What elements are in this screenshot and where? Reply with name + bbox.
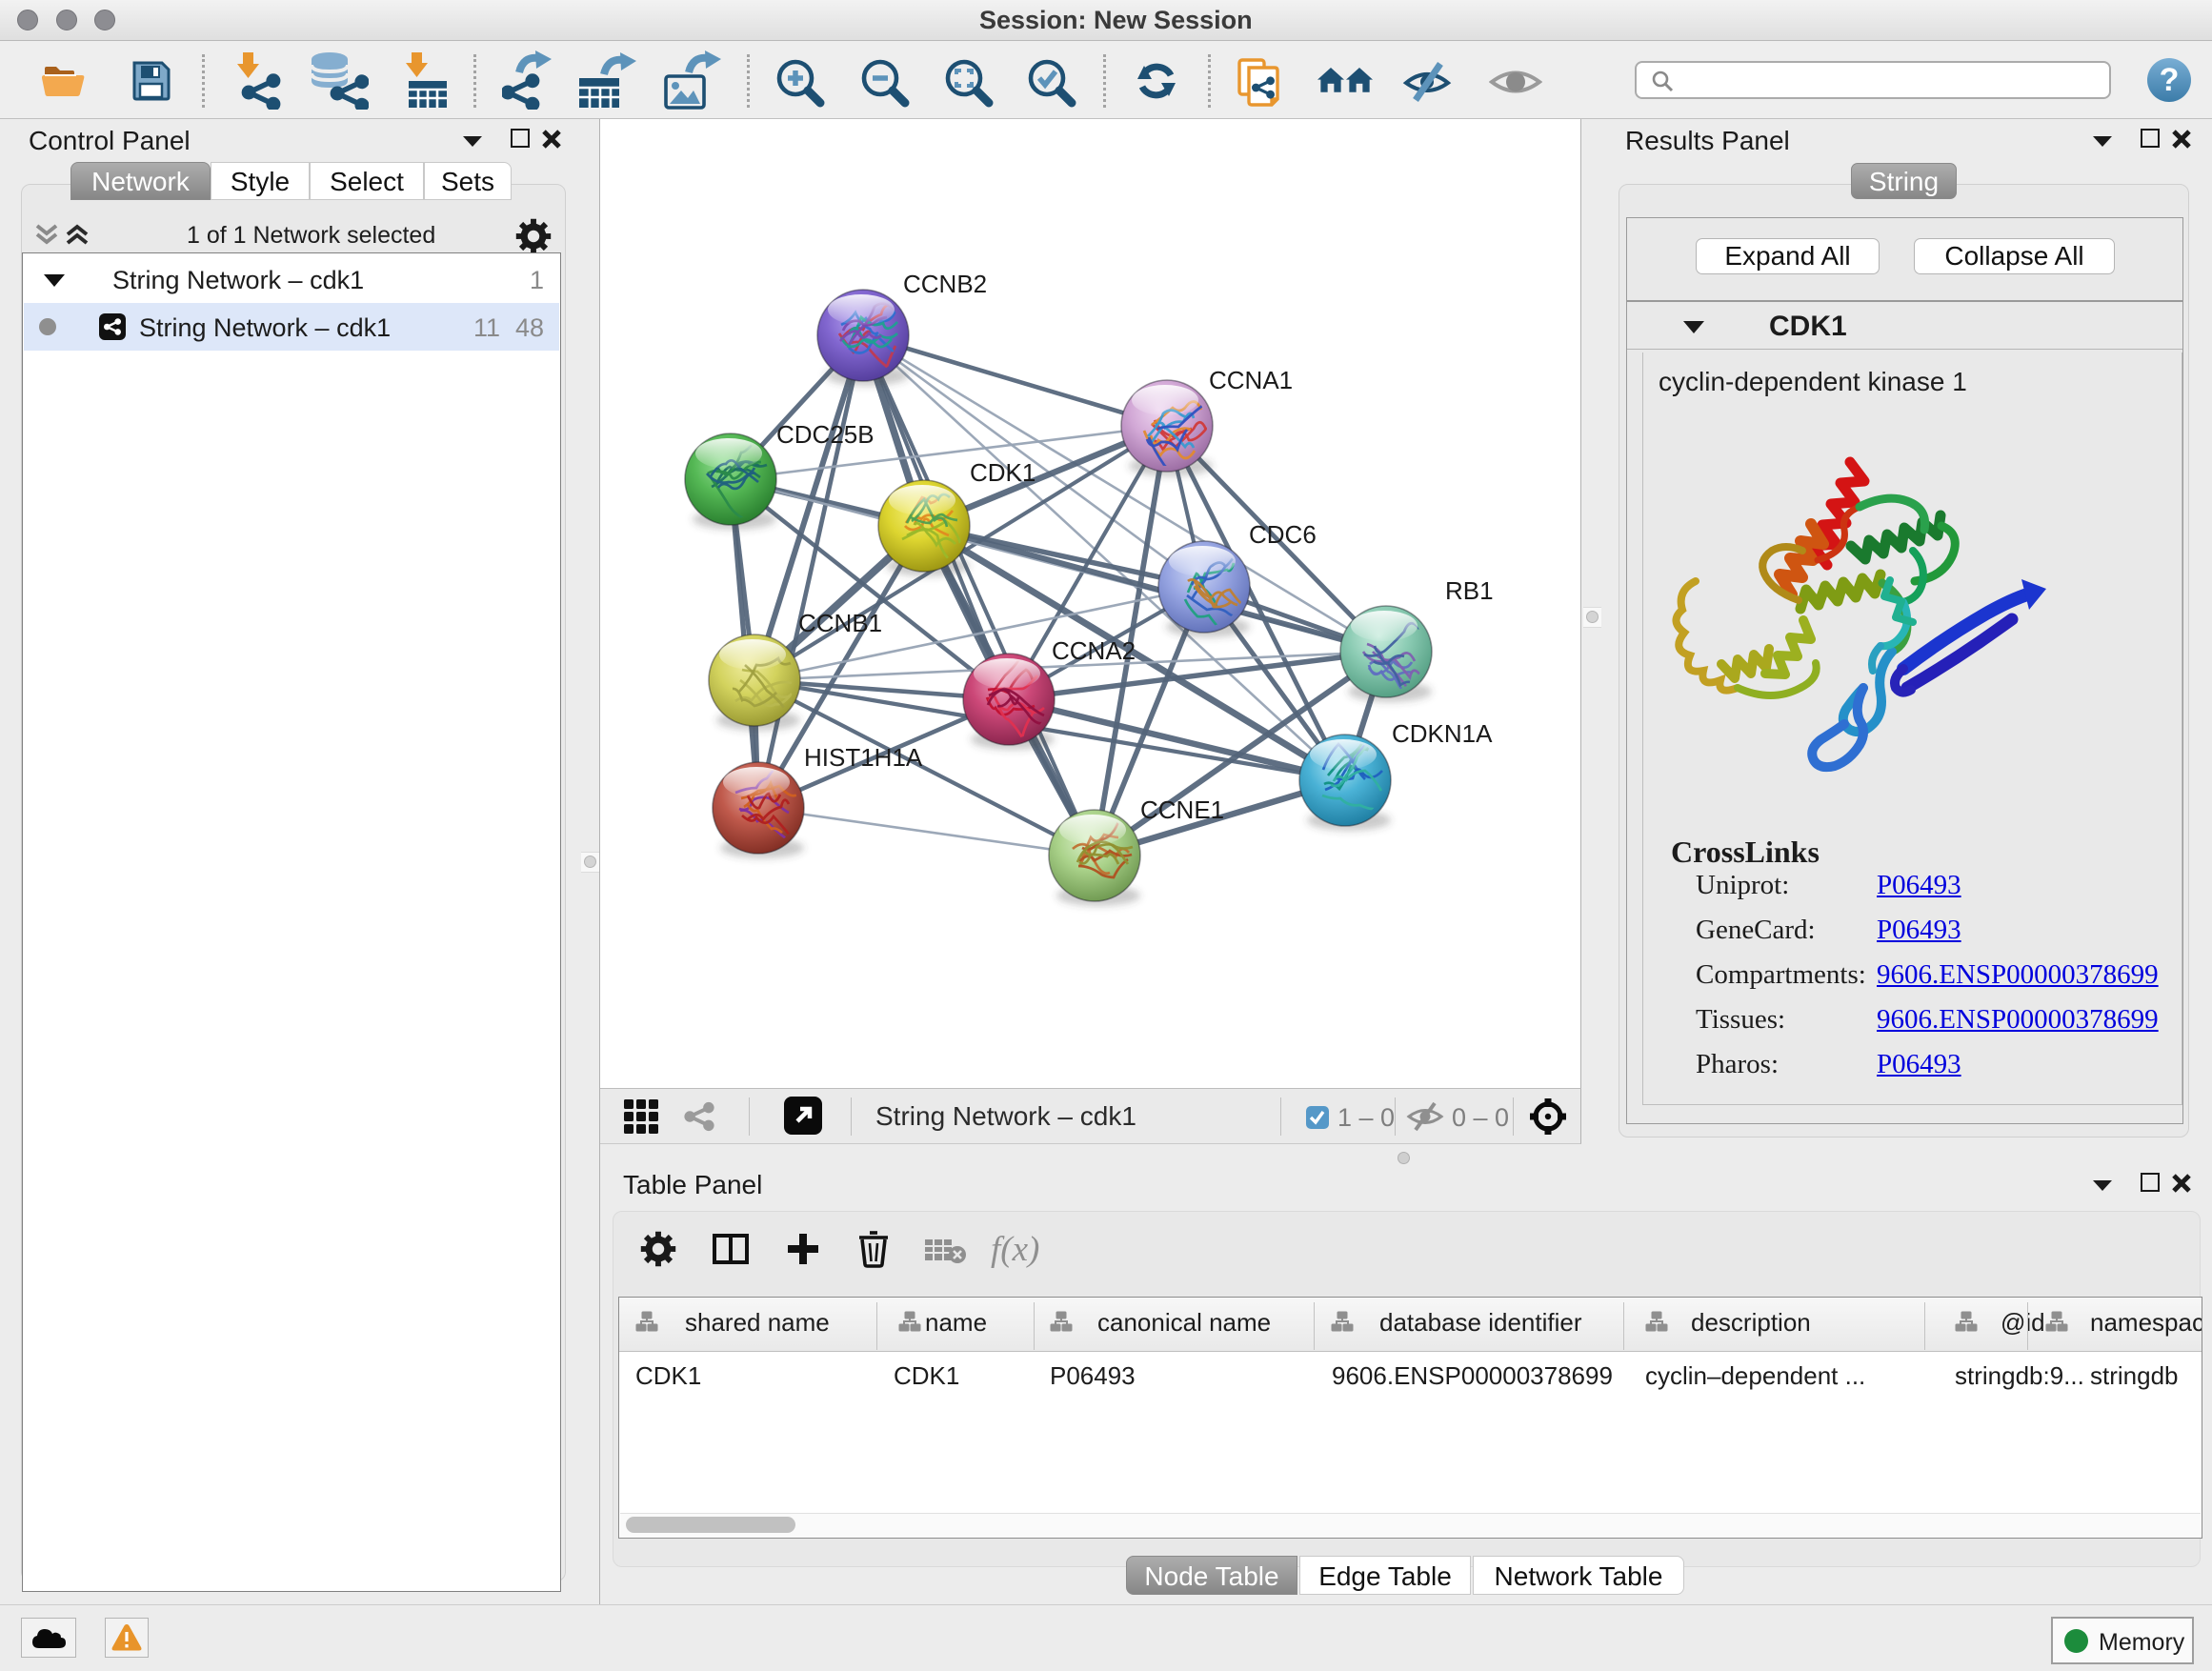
svg-text:CDC25B: CDC25B [776,420,875,449]
svg-text:CCNB2: CCNB2 [903,270,987,298]
svg-text:CCNA1: CCNA1 [1209,366,1293,394]
svg-text:CCNA2: CCNA2 [1052,636,1136,665]
svg-text:RB1: RB1 [1445,576,1494,605]
svg-text:CDKN1A: CDKN1A [1392,719,1493,748]
svg-text:CCNB1: CCNB1 [798,609,882,637]
svg-text:CDC6: CDC6 [1249,520,1317,549]
svg-text:CCNE1: CCNE1 [1140,795,1224,824]
svg-text:CDK1: CDK1 [970,458,1036,487]
svg-text:HIST1H1A: HIST1H1A [804,743,923,772]
